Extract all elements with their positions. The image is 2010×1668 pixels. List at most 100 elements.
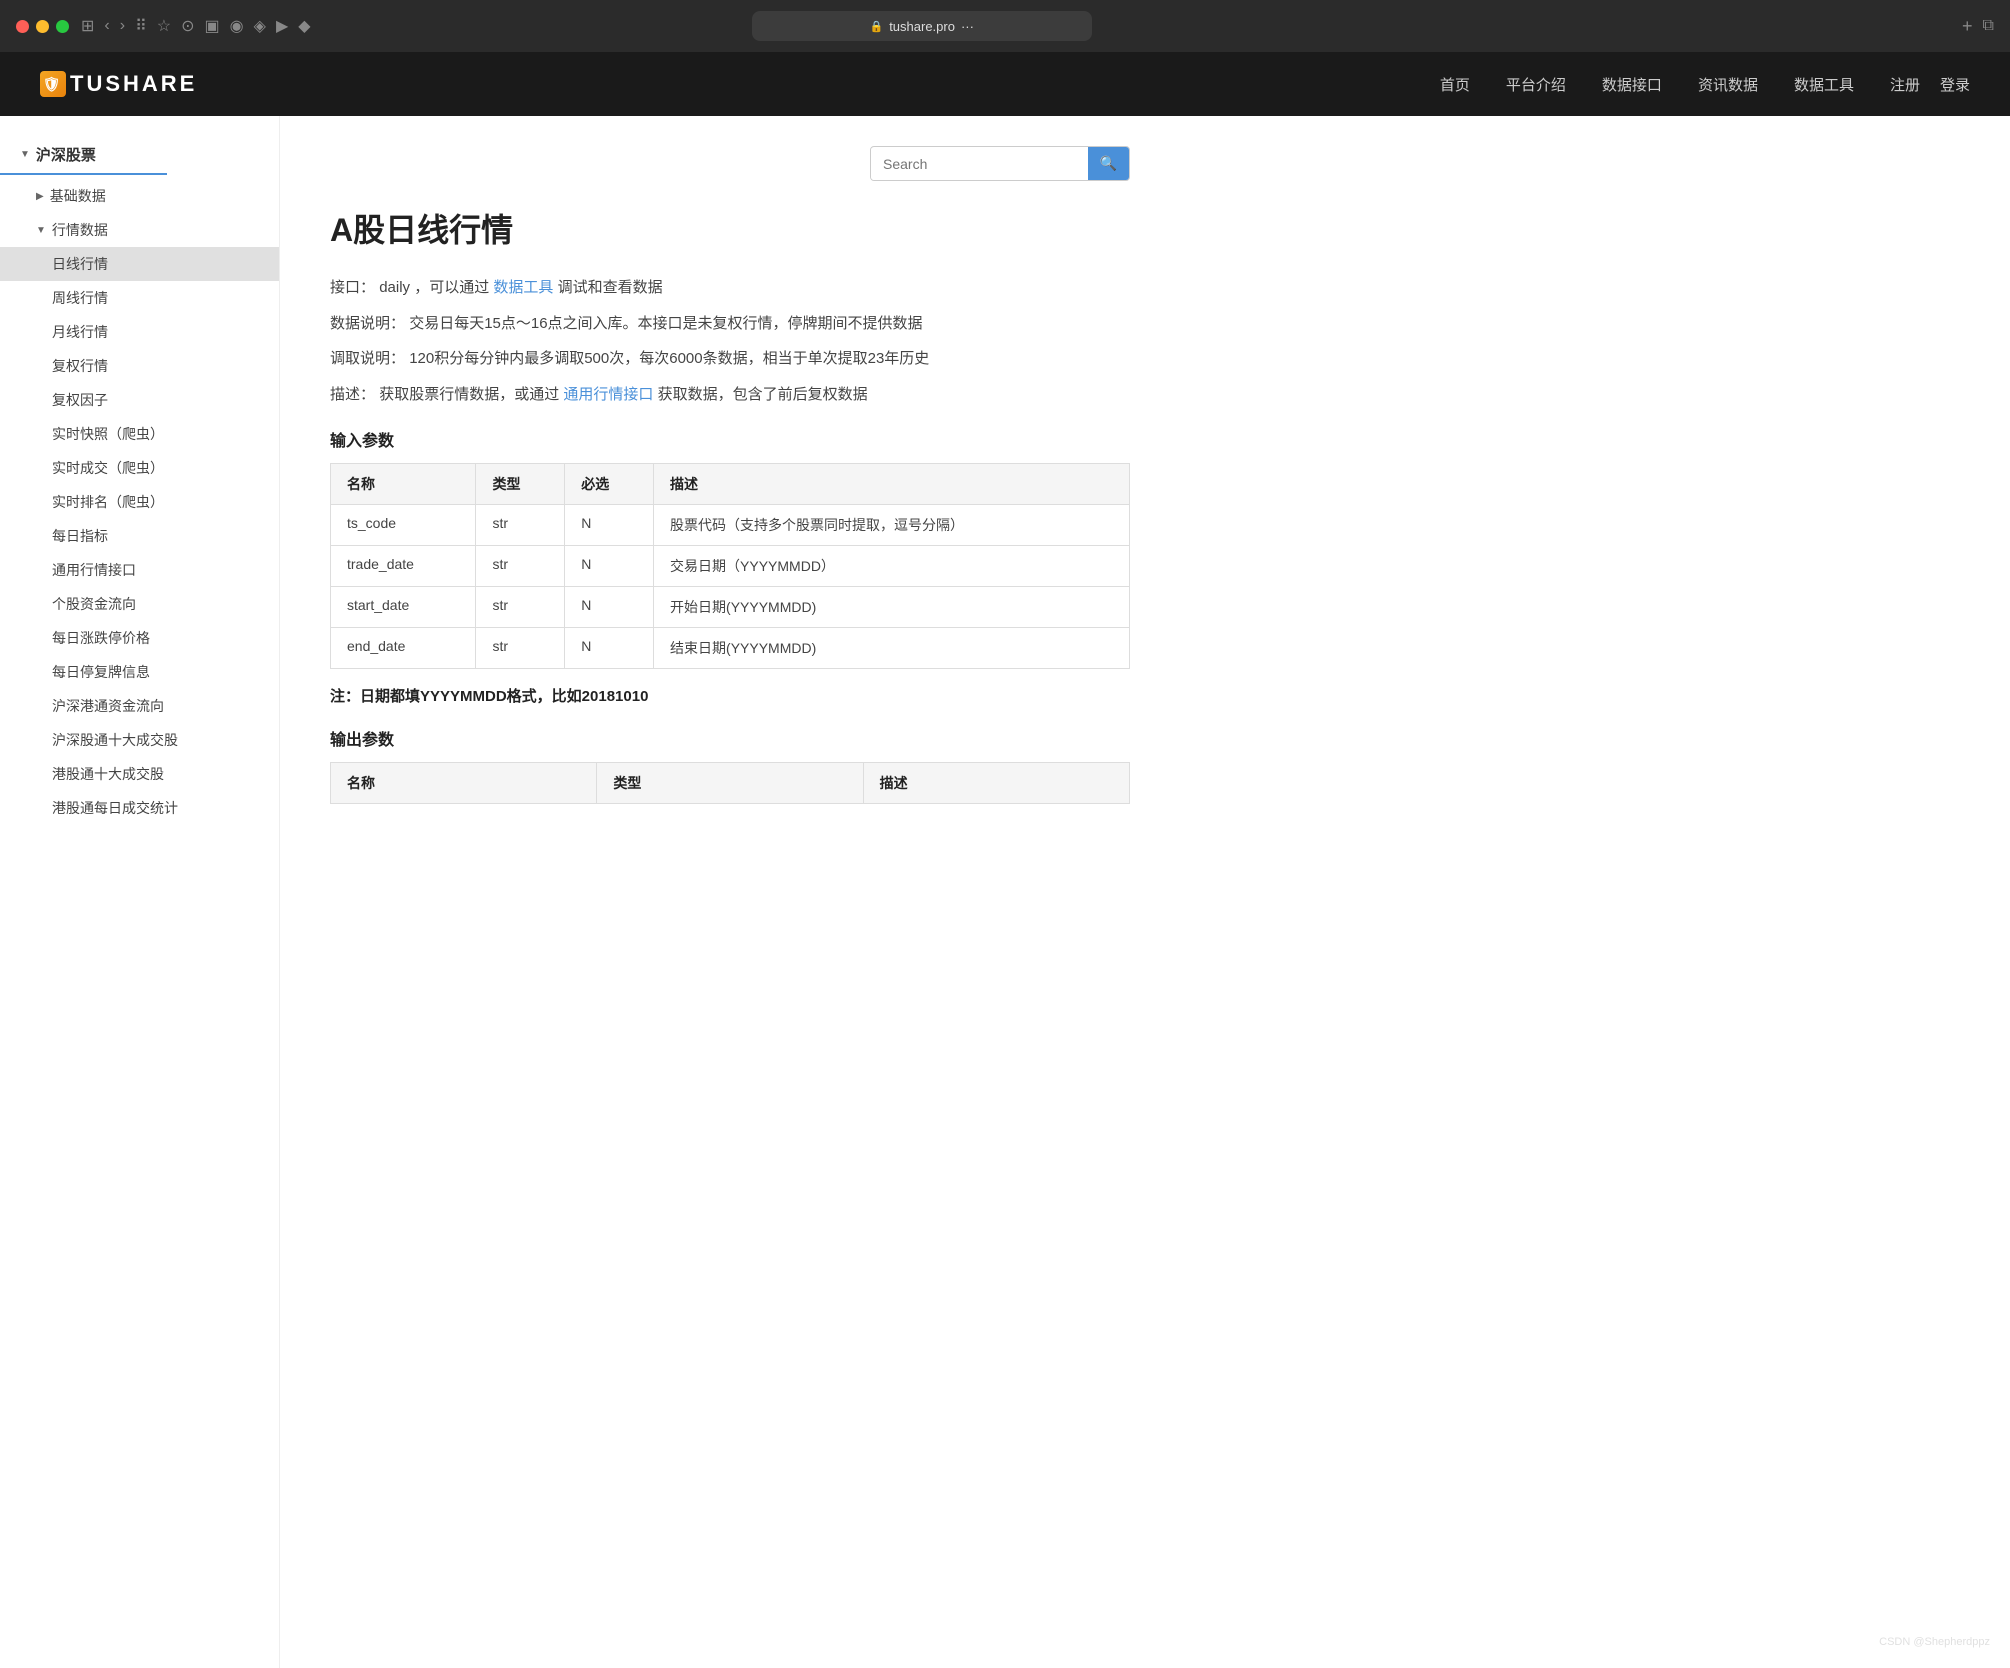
sidebar-daily-indicators-label: 每日指标 — [52, 528, 108, 544]
sidebar-item-top10-northbound[interactable]: 沪深股通十大成交股 — [0, 723, 279, 757]
description-block: 接口： daily ，可以通过 数据工具 调试和查看数据 数据说明： 交易日每天… — [330, 275, 1130, 407]
sidebar-daily-label: 日线行情 — [52, 256, 108, 272]
cell-type: str — [476, 505, 565, 546]
watermark: CSDN @Shepherdppz — [1879, 1636, 1990, 1648]
interface-link-suffix: 调试和查看数据 — [558, 279, 663, 296]
col-name: 名称 — [331, 464, 476, 505]
search-input[interactable] — [871, 148, 1088, 180]
sidebar-realtime-trade-label: 实时成交（爬虫） — [52, 460, 164, 476]
col-desc: 描述 — [654, 464, 1130, 505]
nav-news[interactable]: 资讯数据 — [1698, 74, 1758, 95]
sidebar-market-data-label: 行情数据 — [52, 220, 108, 240]
out-col-name: 名称 — [331, 763, 597, 804]
cell-name: ts_code — [331, 505, 476, 546]
cell-required: N — [565, 505, 654, 546]
sidebar-realtime-rank-label: 实时排名（爬虫） — [52, 494, 164, 510]
sidebar-item-daily[interactable]: 日线行情 — [0, 247, 279, 281]
desc-text: 获取股票行情数据，或通过 — [379, 386, 559, 403]
sidebar-item-basic-data[interactable]: ▶ 基础数据 — [0, 179, 279, 213]
sidebar-item-market-data[interactable]: ▼ 行情数据 — [0, 213, 279, 247]
sidebar-general-api-label: 通用行情接口 — [52, 562, 136, 578]
sidebar-item-hk-daily-stats[interactable]: 港股通每日成交统计 — [0, 791, 279, 825]
table-row: ts_code str N 股票代码（支持多个股票同时提取，逗号分隔） — [331, 505, 1130, 546]
new-tab-icon[interactable]: + — [1962, 16, 1973, 37]
sidebar-item-suspend[interactable]: 每日停复牌信息 — [0, 655, 279, 689]
sidebar-item-realtime-snap[interactable]: 实时快照（爬虫） — [0, 417, 279, 451]
nav-api[interactable]: 数据接口 — [1602, 74, 1662, 95]
sidebar-item-realtime-trade[interactable]: 实时成交（爬虫） — [0, 451, 279, 485]
input-params-table: 名称 类型 必选 描述 ts_code str N 股票代码（支持多个股票同时提… — [330, 463, 1130, 669]
sidebar-item-general-api[interactable]: 通用行情接口 — [0, 553, 279, 587]
bookmark-icon[interactable]: ☆ — [157, 16, 171, 36]
cell-name: trade_date — [331, 546, 476, 587]
search-icon: 🔍 — [1100, 155, 1117, 171]
cell-required: N — [565, 628, 654, 669]
output-header-row: 名称 类型 描述 — [331, 763, 1130, 804]
desc-label: 描述： — [330, 386, 375, 403]
ext-icon-1: ▣ — [205, 16, 220, 36]
sidebar-monthly-label: 月线行情 — [52, 324, 108, 340]
input-table-body: ts_code str N 股票代码（支持多个股票同时提取，逗号分隔） trad… — [331, 505, 1130, 669]
logo[interactable]: 🛡 TUSHARE — [40, 71, 197, 97]
sidebar-item-realtime-rank[interactable]: 实时排名（爬虫） — [0, 485, 279, 519]
sidebar-weekly-label: 周线行情 — [52, 290, 108, 306]
table-row: trade_date str N 交易日期（YYYYMMDD） — [331, 546, 1130, 587]
fetch-text: 120积分每分钟内最多调取500次，每次6000条数据，相当于单次提取23年历史 — [409, 350, 929, 367]
detail-desc: 描述： 获取股票行情数据，或通过 通用行情接口 获取数据，包含了前后复权数据 — [330, 382, 1130, 408]
nav-links: 首页 平台介绍 数据接口 资讯数据 数据工具 — [1440, 74, 1854, 95]
input-table-header: 名称 类型 必选 描述 — [331, 464, 1130, 505]
sidebar-item-weekly[interactable]: 周线行情 — [0, 281, 279, 315]
fetch-desc: 调取说明： 120积分每分钟内最多调取500次，每次6000条数据，相当于单次提… — [330, 346, 1130, 372]
forward-icon[interactable]: › — [120, 17, 125, 35]
sidebar-limit-price-label: 每日涨跌停价格 — [52, 630, 150, 646]
sidebar-item-adj-factor[interactable]: 复权因子 — [0, 383, 279, 417]
sidebar-hk-daily-stats-label: 港股通每日成交统计 — [52, 800, 178, 816]
nav-home[interactable]: 首页 — [1440, 74, 1470, 95]
cell-name: start_date — [331, 587, 476, 628]
interface-name: daily — [379, 279, 410, 296]
search-button[interactable]: 🔍 — [1088, 147, 1129, 180]
github-icon[interactable]: ⊙ — [181, 16, 194, 36]
back-icon[interactable]: ‹ — [104, 17, 109, 35]
sidebar-stocks-header[interactable]: ▼ 沪深股票 — [0, 136, 167, 175]
ext-icon-3: ◈ — [254, 16, 266, 36]
sidebar-item-limit-price[interactable]: 每日涨跌停价格 — [0, 621, 279, 655]
sidebar-item-money-flow[interactable]: 个股资金流向 — [0, 587, 279, 621]
expand-arrow-icon: ▼ — [20, 149, 30, 160]
maximize-button[interactable] — [56, 20, 69, 33]
sidebar-adjusted-label: 复权行情 — [52, 358, 108, 374]
login-link[interactable]: 登录 — [1940, 74, 1970, 95]
sidebar-item-daily-indicators[interactable]: 每日指标 — [0, 519, 279, 553]
main-content: 🔍 A股日线行情 接口： daily ，可以通过 数据工具 调试和查看数据 数据… — [280, 116, 1180, 1668]
general-api-link[interactable]: 通用行情接口 — [563, 386, 653, 403]
cell-required: N — [565, 587, 654, 628]
ext-icon-4: ▶ — [276, 16, 288, 36]
nav-platform[interactable]: 平台介绍 — [1506, 74, 1566, 95]
top-nav: 🛡 TUSHARE 首页 平台介绍 数据接口 资讯数据 数据工具 注册 登录 — [0, 52, 2010, 116]
tab-arrange-icon[interactable]: ⧉ — [1983, 17, 1994, 35]
sidebar-item-monthly[interactable]: 月线行情 — [0, 315, 279, 349]
cell-desc: 交易日期（YYYYMMDD） — [654, 546, 1130, 587]
page-title: A股日线行情 — [330, 205, 1130, 251]
nav-tools[interactable]: 数据工具 — [1794, 74, 1854, 95]
register-link[interactable]: 注册 — [1890, 74, 1920, 95]
cell-name: end_date — [331, 628, 476, 669]
logo-text: TUSHARE — [70, 71, 197, 97]
search-bar[interactable]: 🔍 — [870, 146, 1130, 181]
sidebar-item-adjusted[interactable]: 复权行情 — [0, 349, 279, 383]
sidebar-item-top10-hk[interactable]: 港股通十大成交股 — [0, 757, 279, 791]
ext-icon-5: ◆ — [298, 16, 310, 36]
url-text: tushare.pro — [889, 19, 955, 34]
minimize-button[interactable] — [36, 20, 49, 33]
sidebar-item-hk-connect-flow[interactable]: 沪深港通资金流向 — [0, 689, 279, 723]
expanded-arrow-icon: ▼ — [36, 225, 46, 236]
close-button[interactable] — [16, 20, 29, 33]
sidebar-section-stocks: ▼ 沪深股票 ▶ 基础数据 ▼ 行情数据 日线行情 周线行情 月线行情 复权行情 — [0, 136, 279, 825]
search-container: 🔍 — [330, 146, 1130, 181]
apps-icon[interactable]: ⠿ — [135, 16, 147, 36]
data-desc: 数据说明： 交易日每天15点～16点之间入库。本接口是未复权行情，停牌期间不提供… — [330, 311, 1130, 337]
table-row: start_date str N 开始日期(YYYYMMDD) — [331, 587, 1130, 628]
address-bar[interactable]: 🔒 tushare.pro ··· — [752, 11, 1092, 41]
data-tools-link[interactable]: 数据工具 — [493, 279, 553, 296]
sidebar-toggle-icon[interactable]: ⊞ — [81, 16, 94, 36]
